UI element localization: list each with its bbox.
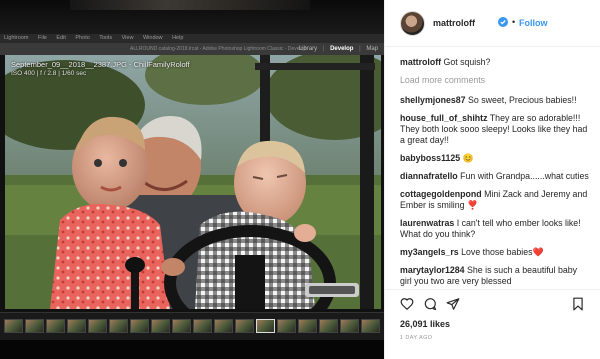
verified-badge-icon (498, 17, 508, 27)
menu-item: Help (172, 35, 184, 41)
comment-item: house_full_of_shihtz They are so adorabl… (400, 113, 590, 146)
lightroom-window-title: ALLROUND catalog-2018.lrcat - Adobe Phot… (130, 46, 307, 52)
comment-username[interactable]: shellymjones87 (400, 95, 466, 105)
comment-text: Fun with Grandpa......what cuties (460, 171, 589, 181)
filmstrip-thumbnail (109, 319, 128, 333)
module-map: Map (366, 46, 378, 52)
caption-username[interactable]: mattroloff (400, 57, 441, 67)
filmstrip-thumbnail (130, 319, 149, 333)
caption-text: Got squish? (443, 57, 491, 67)
heart-icon[interactable] (400, 297, 414, 311)
menu-item: Lightroom (4, 35, 29, 41)
filmstrip-thumbnail (235, 319, 254, 333)
monitor-bezel (0, 340, 384, 359)
post-actions-bar (385, 289, 600, 317)
post-photo[interactable]: Lightroom File Edit Photo Tools View Win… (0, 0, 384, 359)
comment-item: diannafratello Fun with Grandpa......wha… (400, 171, 590, 182)
photo-exif: ISO 400 | f / 2.8 | 1/60 sec (11, 70, 87, 77)
filmstrip-thumbnail (319, 319, 338, 333)
load-more-comments-link[interactable]: Load more comments (400, 75, 590, 85)
avatar[interactable] (400, 11, 425, 36)
filmstrip-thumbnail (88, 319, 107, 333)
instagram-post-sidebar: mattroloff • Follow mattroloff Got squis… (384, 0, 600, 359)
menu-item: Tools (99, 35, 113, 41)
comment-username[interactable]: cottagegoldenpond (400, 189, 482, 199)
comment-item: shellymjones87 So sweet, Precious babies… (400, 95, 590, 106)
menu-item: View (121, 35, 134, 41)
comment-text: So sweet, Precious babies!! (467, 95, 577, 105)
follow-button[interactable]: Follow (519, 18, 548, 28)
filmstrip-thumbnail (193, 319, 212, 333)
comment-item: laurenwatras I can't tell who ember look… (400, 218, 590, 240)
filmstrip-thumbnail (151, 319, 170, 333)
bookmark-icon[interactable] (571, 297, 585, 311)
header-separator-dot: • (512, 17, 516, 27)
module-picker: Library | Develop | Map (298, 46, 378, 52)
comment-username[interactable]: diannafratello (400, 171, 458, 181)
filmstrip-thumbnail (361, 319, 380, 333)
comment-text: Love those babies❤️ (461, 247, 544, 257)
comment-username[interactable]: laurenwatras (400, 218, 454, 228)
filmstrip-thumbnail (67, 319, 86, 333)
module-library: Library (298, 46, 318, 52)
comment-icon[interactable] (423, 297, 437, 311)
comment-username[interactable]: marytaylor1284 (400, 265, 465, 275)
comment-text: 😊 (462, 153, 474, 163)
comment-item: marytaylor1284 She is such a beautiful b… (400, 265, 590, 287)
lightroom-module-bar: ALLROUND catalog-2018.lrcat - Adobe Phot… (0, 43, 384, 55)
menu-item: Window (142, 35, 163, 41)
lightroom-menubar: Lightroom File Edit Photo Tools View Win… (0, 34, 384, 43)
filmstrip-thumbnail (277, 319, 296, 333)
comment-item: cottagegoldenpond Mini Zack and Jeremy a… (400, 189, 590, 211)
comment-item: my3angels_rs Love those babies❤️ (400, 247, 590, 258)
filmstrip-thumbnail (172, 319, 191, 333)
filmstrip-thumbnail (46, 319, 65, 333)
comment-item: babyboss1125 😊 (400, 153, 590, 164)
post-timestamp[interactable]: 1 DAY AGO (400, 335, 432, 341)
likes-count[interactable]: 26,091 likes (400, 319, 450, 329)
filmstrip-thumbnail (4, 319, 23, 333)
filmstrip-thumbnail (340, 319, 359, 333)
post-caption: mattroloff Got squish? (400, 57, 590, 68)
module-develop: Develop (330, 46, 354, 52)
photo-filename: September_09__2018__2387.JPG - ChillFami… (11, 60, 190, 69)
menu-item: Edit (56, 35, 66, 41)
lightroom-filmstrip (0, 312, 384, 340)
filmstrip-thumbnail (214, 319, 233, 333)
comment-username[interactable]: house_full_of_shihtz (400, 113, 488, 123)
family-photo-illustration (5, 55, 381, 309)
menu-item: File (38, 35, 47, 41)
comment-username[interactable]: babyboss1125 (400, 153, 460, 163)
family-photo: September_09__2018__2387.JPG - ChillFami… (5, 55, 381, 309)
post-header: mattroloff • Follow (385, 0, 600, 47)
comment-username[interactable]: my3angels_rs (400, 247, 459, 257)
menu-item: Photo (75, 35, 90, 41)
comments-list: mattroloff Got squish? Load more comment… (400, 57, 590, 289)
filmstrip-thumbnail (298, 319, 317, 333)
filmstrip-thumbnail (256, 319, 275, 333)
post-author-username[interactable]: mattroloff (433, 18, 475, 28)
share-icon[interactable] (446, 297, 460, 311)
photo-info-overlay: September_09__2018__2387.JPG - ChillFami… (11, 60, 190, 78)
filmstrip-thumbnail (25, 319, 44, 333)
monitor-top-edge (0, 0, 384, 34)
